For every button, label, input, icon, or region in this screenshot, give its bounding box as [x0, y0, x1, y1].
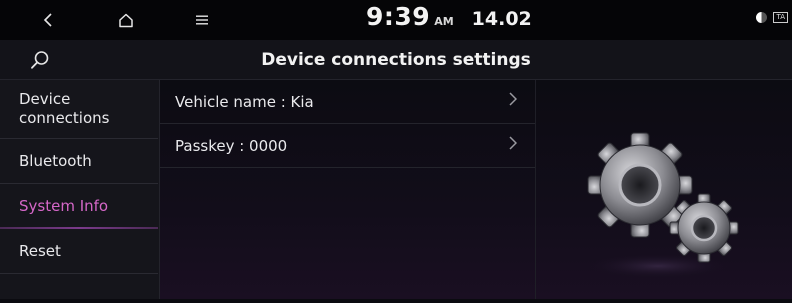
sidebar-item-label: Device connections	[19, 90, 110, 127]
illustration	[536, 80, 792, 299]
sidebar-item-system-info[interactable]: System Info	[0, 184, 158, 229]
passkey-row[interactable]: Passkey : 0000	[160, 124, 535, 168]
sidebar-item-bluetooth[interactable]: Bluetooth	[0, 139, 158, 184]
sidebar-item-label: Reset	[19, 241, 61, 260]
vehicle-name-row[interactable]: Vehicle name : Kia	[160, 80, 535, 124]
gears-icon	[587, 132, 739, 278]
row-label: Passkey : 0000	[175, 136, 288, 155]
display-mode-icon	[756, 12, 768, 23]
search-button[interactable]	[0, 40, 80, 80]
menu-icon	[196, 15, 208, 25]
sidebar-item-device-connections[interactable]: Device connections	[0, 80, 158, 139]
sidebar-item-label: System Info	[19, 196, 109, 215]
status-bar: 9:39 AM 14.02 TA	[0, 0, 792, 40]
home-icon	[119, 13, 133, 27]
back-button[interactable]	[28, 0, 68, 40]
clock[interactable]: 9:39 AM 14.02	[366, 2, 532, 38]
status-icons: TA	[756, 12, 788, 23]
home-button[interactable]	[106, 0, 146, 40]
row-label: Vehicle name : Kia	[175, 92, 314, 111]
page-title: Device connections settings	[261, 50, 531, 70]
main-content: Vehicle name : Kia Passkey : 0000	[160, 80, 792, 299]
clock-time: 9:39	[366, 2, 431, 31]
clock-date: 14.02	[471, 8, 532, 30]
sidebar: Device connections Bluetooth System Info…	[0, 80, 160, 299]
ta-icon: TA	[773, 12, 788, 23]
chevron-right-icon	[509, 92, 518, 110]
search-icon	[31, 51, 49, 69]
chevron-right-icon	[509, 136, 518, 154]
sidebar-item-reset[interactable]: Reset	[0, 229, 158, 274]
menu-button[interactable]	[184, 0, 220, 40]
back-arrow-icon	[43, 13, 52, 27]
settings-list: Vehicle name : Kia Passkey : 0000	[160, 80, 536, 299]
title-bar: Device connections settings	[0, 40, 792, 80]
sidebar-item-label: Bluetooth	[19, 151, 92, 170]
clock-ampm: AM	[434, 15, 454, 28]
